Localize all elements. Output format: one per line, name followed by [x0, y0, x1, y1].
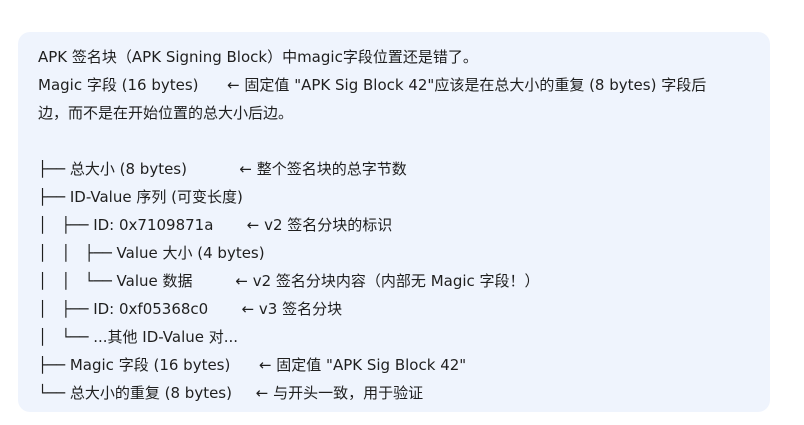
tree-line: ├── Magic 字段 (16 bytes) ← 固定值 "APK Sig B…	[38, 356, 467, 374]
tree-line: ├── 总大小 (8 bytes) ← 整个签名块的总字节数	[38, 160, 407, 178]
tree-line: │ │ └── Value 数据 ← v2 签名分块内容（内部无 Magic 字…	[38, 272, 540, 290]
tree-line: ├── ID-Value 序列 (可变长度)	[38, 188, 243, 206]
tree-line: └── 总大小的重复 (8 bytes) ← 与开头一致，用于验证	[38, 384, 424, 402]
tree-line: │ ├── ID: 0x7109871a ← v2 签名分块的标识	[38, 216, 393, 234]
tree-line: │ │ ├── Value 大小 (4 bytes)	[38, 244, 265, 262]
user-message-bubble: APK 签名块（APK Signing Block）中magic字段位置还是错了…	[18, 32, 770, 412]
message-line: 边，而不是在开始位置的总大小后边。	[38, 104, 294, 122]
message-line: APK 签名块（APK Signing Block）中magic字段位置还是错了…	[38, 48, 478, 66]
tree-line: │ ├── ID: 0xf05368c0 ← v3 签名分块	[38, 300, 343, 318]
tree-line: │ └── ...其他 ID-Value 对...	[38, 328, 239, 346]
message-line: Magic 字段 (16 bytes) ← 固定值 "APK Sig Block…	[38, 76, 707, 94]
